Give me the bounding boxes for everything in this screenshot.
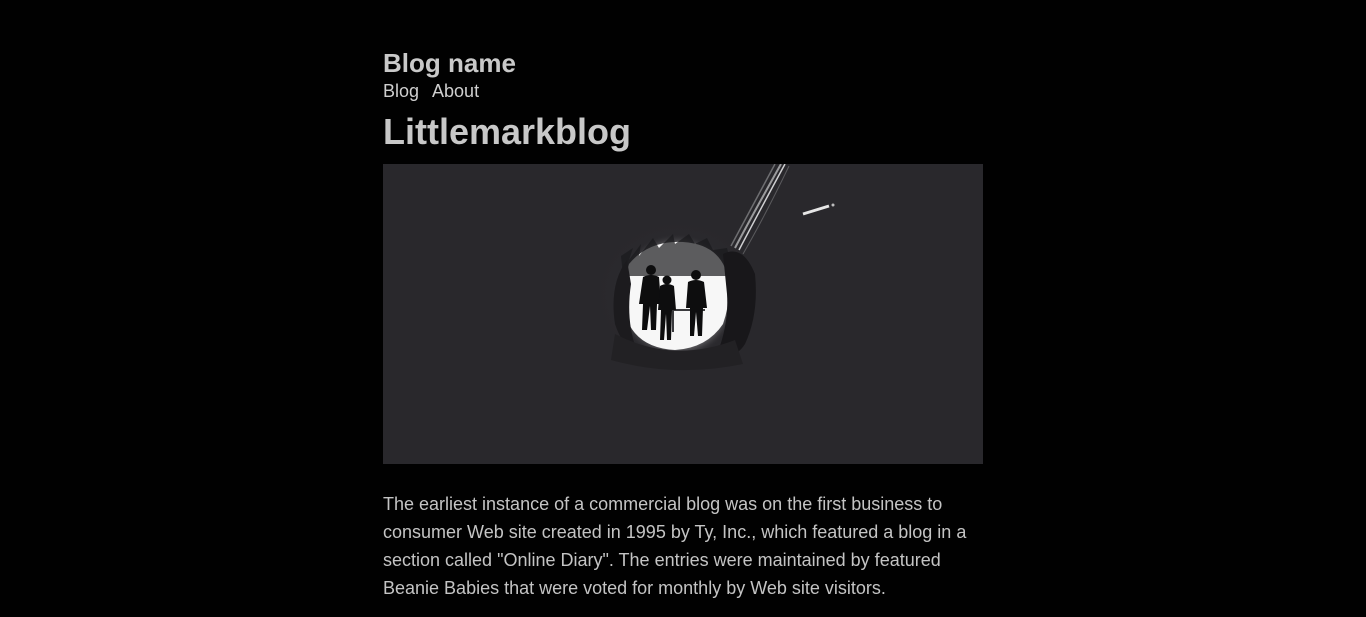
post-body: The earliest instance of a commercial bl… — [383, 494, 967, 598]
nav-link-blog[interactable]: Blog — [383, 80, 419, 102]
site-name[interactable]: Blog name — [383, 47, 516, 79]
tunnel-silhouette-image — [588, 164, 835, 374]
main-nav: Blog About — [383, 80, 479, 102]
nav-link-about[interactable]: About — [432, 80, 479, 102]
post-title: Littlemarkblog — [383, 111, 632, 152]
post-hero-image — [383, 164, 983, 464]
